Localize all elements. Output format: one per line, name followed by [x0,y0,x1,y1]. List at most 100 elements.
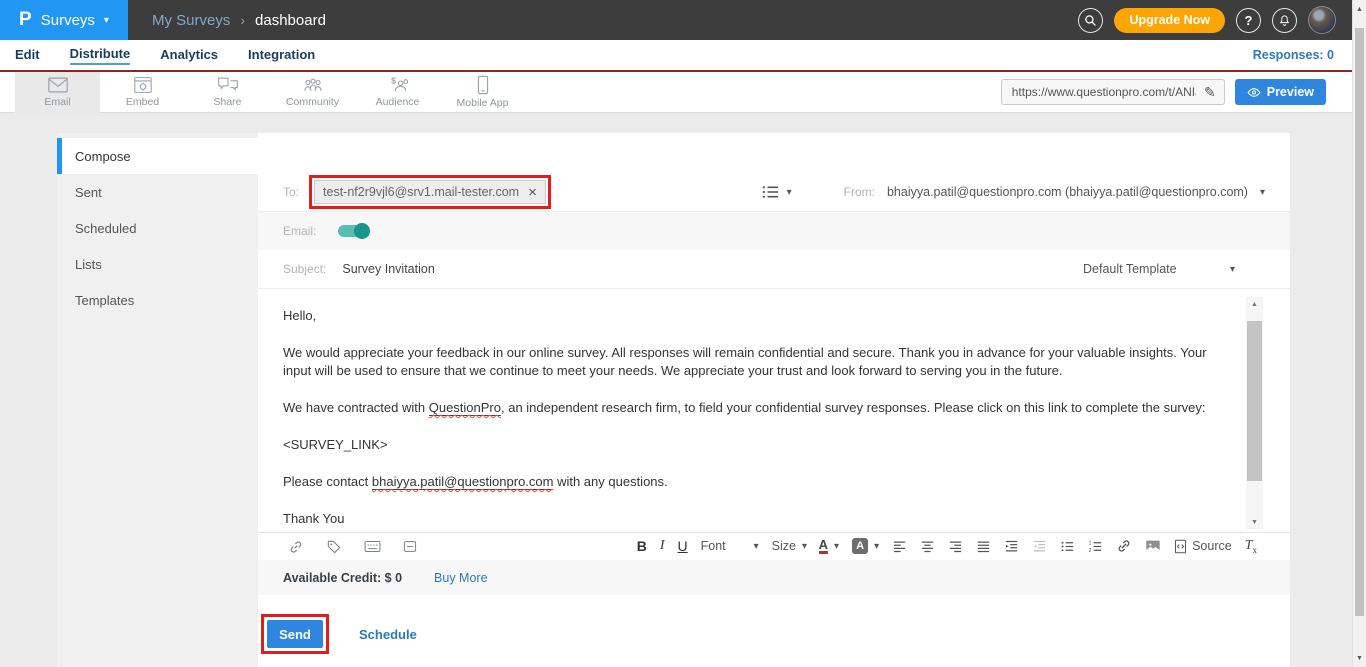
rich-text-toolbar: B I U Font▾ Size▾ A▾ A▾ [258,532,1290,560]
questionpro-link[interactable]: QuestionPro [429,400,501,416]
breadcrumb-separator-icon: › [240,12,245,28]
channel-embed[interactable]: Embed [100,72,185,113]
embed-icon [133,76,153,94]
compose-form: To: test-nf2r9vjl6@srv1.mail-tester.com … [258,133,1290,667]
bold-button[interactable]: B [637,538,647,554]
survey-url-field[interactable]: ✎ [1001,79,1225,105]
scroll-up-icon[interactable]: ▲ [1246,297,1263,311]
surveys-product-menu[interactable]: P Surveys ▾ [0,0,128,40]
remove-recipient-icon[interactable]: × [528,185,537,200]
text-color-button[interactable]: A▾ [819,538,839,554]
insert-image-icon[interactable] [1145,539,1161,553]
survey-url-input[interactable] [1010,84,1198,100]
align-right-icon[interactable] [948,539,963,554]
sidebar-item-lists[interactable]: Lists [57,246,258,282]
header-actions: Upgrade Now ? [1078,6,1336,34]
from-address[interactable]: bhaiyya.patil@questionpro.com (bhaiyya.p… [887,185,1248,199]
compose-actions: Send Schedule [261,614,417,654]
avatar[interactable] [1308,6,1336,34]
top-header: P Surveys ▾ My Surveys › dashboard Upgra… [0,0,1352,40]
schedule-link[interactable]: Schedule [359,627,417,642]
svg-text:1: 1 [1089,541,1092,547]
send-button[interactable]: Send [267,620,323,648]
select-list-dropdown[interactable]: ▾ [762,185,792,199]
source-button[interactable]: Source [1174,539,1232,554]
community-icon-item[interactable]: Community [270,72,355,113]
notifications-button[interactable] [1272,8,1297,33]
page-scrollbar-thumb[interactable] [1355,28,1364,616]
template-dropdown[interactable]: Default Template ▾ [1083,262,1235,276]
contact-email-link[interactable]: bhaiyya.patil@questionpro.com [372,474,554,490]
outdent-icon[interactable] [1032,539,1047,554]
chevron-down-icon: ▾ [802,541,807,552]
upgrade-now-button[interactable]: Upgrade Now [1114,8,1225,33]
channel-audience[interactable]: $ Audience [355,72,440,113]
from-group: From: bhaiyya.patil@questionpro.com (bha… [844,185,1265,199]
font-dropdown[interactable]: Font▾ [701,539,759,553]
tab-analytics[interactable]: Analytics [160,47,218,64]
tab-edit[interactable]: Edit [15,47,40,64]
share-icon [217,76,239,94]
sidebar-item-templates[interactable]: Templates [57,282,258,318]
questionpro-logo: P [19,9,32,31]
breadcrumb: My Surveys › dashboard [152,12,326,29]
subject-input[interactable]: Survey Invitation [342,262,434,276]
chevron-down-icon[interactable]: ▾ [1260,187,1265,198]
insert-link-icon[interactable] [288,539,304,555]
from-label: From: [844,185,875,199]
email-toggle[interactable] [338,225,368,237]
help-button[interactable]: ? [1236,8,1261,33]
remove-format-button[interactable]: Tx [1245,538,1257,555]
merge-field-icon[interactable] [364,540,381,553]
bulleted-list-icon[interactable] [1060,539,1075,554]
questionpro-distribute-page: P Surveys ▾ My Surveys › dashboard Upgra… [0,0,1366,667]
channel-email[interactable]: Email [15,72,100,113]
scroll-down-icon[interactable]: ▼ [1353,651,1366,665]
underline-button[interactable]: U [678,538,688,554]
preview-button[interactable]: Preview [1235,79,1326,105]
email-body-editor[interactable]: Hello, We would appreciate your feedback… [258,289,1290,532]
recipient-chip[interactable]: test-nf2r9vjl6@srv1.mail-tester.com × [314,180,546,204]
tag-icon[interactable] [326,539,342,555]
tab-integration[interactable]: Integration [248,47,315,64]
channel-mobile-app[interactable]: Mobile App [440,72,525,113]
list-icon [762,185,779,199]
email-toggle-label: Email: [283,224,316,238]
align-center-icon[interactable] [920,539,935,554]
responses-count[interactable]: Responses: 0 [1253,48,1334,62]
breadcrumb-my-surveys[interactable]: My Surveys [152,12,230,29]
size-dropdown[interactable]: Size▾ [772,539,806,553]
recipient-annotation-box: test-nf2r9vjl6@srv1.mail-tester.com × [309,175,551,209]
toggle-knob [354,223,370,239]
page-scrollbar[interactable]: ▲ ▼ [1352,0,1366,667]
channel-share[interactable]: Share [185,72,270,113]
sidebar-item-sent[interactable]: Sent [57,174,258,210]
insert-template-icon[interactable] [403,540,417,553]
edit-url-icon[interactable]: ✎ [1204,84,1216,101]
editor-scrollbar-thumb[interactable] [1247,321,1262,481]
buy-more-link[interactable]: Buy More [434,571,488,585]
indent-icon[interactable] [1004,539,1019,554]
numbered-list-icon[interactable]: 12 [1088,539,1103,554]
envelope-icon [47,76,69,94]
scroll-down-icon[interactable]: ▼ [1246,515,1263,529]
svg-text:2: 2 [1089,548,1092,554]
italic-button[interactable]: I [660,538,665,554]
email-toggle-row: Email: [258,212,1290,250]
search-button[interactable] [1078,8,1103,33]
editor-scrollbar[interactable]: ▲ ▼ [1246,297,1263,529]
background-color-button[interactable]: A▾ [852,538,879,554]
sidebar-item-compose[interactable]: Compose [57,138,258,174]
body-paragraph: Please contact bhaiyya.patil@questionpro… [283,473,1230,491]
tab-distribute[interactable]: Distribute [70,46,131,65]
merge-tools [288,539,417,555]
sidebar-item-scheduled[interactable]: Scheduled [57,210,258,246]
align-left-icon[interactable] [892,539,907,554]
scroll-up-icon[interactable]: ▲ [1353,2,1366,16]
chevron-down-icon: ▾ [754,541,759,552]
chevron-down-icon: ▾ [874,541,879,552]
survey-nav: Edit Distribute Analytics Integration Re… [0,40,1352,70]
hyperlink-icon[interactable] [1116,538,1132,554]
chevron-down-icon: ▾ [787,187,792,198]
align-justify-icon[interactable] [976,539,991,554]
